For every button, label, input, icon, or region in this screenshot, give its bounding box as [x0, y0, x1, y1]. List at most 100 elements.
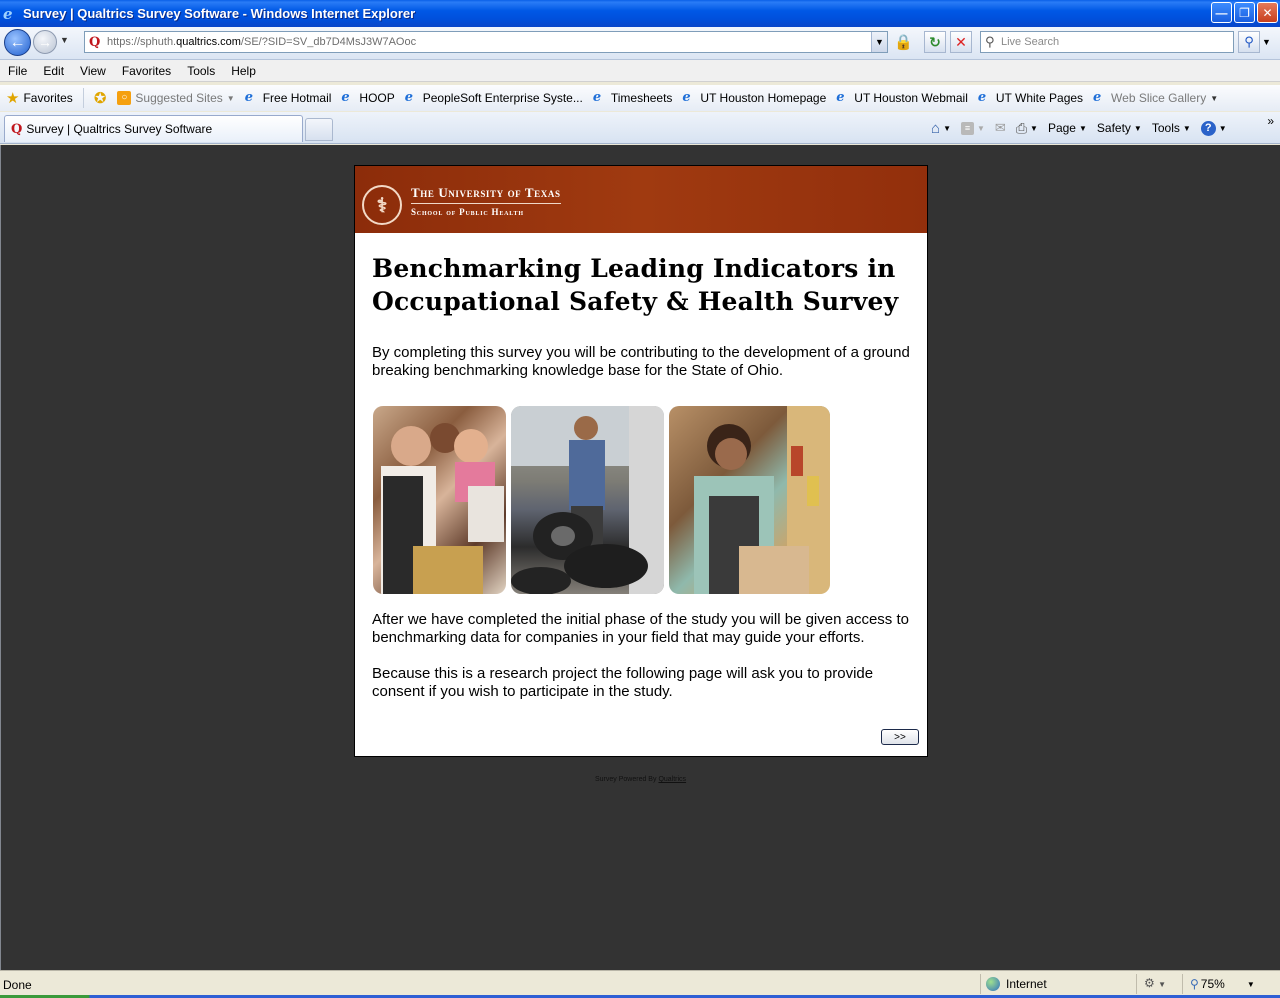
chevron-down-icon: ▼ — [1030, 123, 1038, 133]
page-menu-button[interactable]: Page ▼ — [1043, 121, 1092, 135]
print-button[interactable]: ⎙ ▼ — [1011, 120, 1043, 137]
search-options-dropdown[interactable]: ▼ — [1262, 37, 1271, 47]
fav-label: HOOP — [359, 91, 395, 105]
mail-icon: ✉ — [994, 120, 1006, 135]
back-button[interactable]: ← — [4, 29, 31, 56]
fav-label: UT Houston Homepage — [700, 91, 827, 105]
photo-cashier-customers — [373, 406, 506, 594]
restore-button[interactable]: ❐ — [1234, 2, 1255, 23]
next-button[interactable]: >> — [881, 729, 919, 745]
rss-icon: ≡ — [960, 121, 974, 135]
survey-info-text: After we have completed the initial phas… — [372, 611, 909, 646]
zoom-control[interactable]: ⚲ 75% ▼ — [1190, 977, 1255, 991]
status-divider — [980, 974, 981, 994]
minimize-button[interactable]: — — [1211, 2, 1232, 23]
tools-menu-button[interactable]: Tools ▼ — [1147, 121, 1196, 135]
home-button[interactable]: ⌂ ▼ — [926, 120, 956, 137]
menu-tools[interactable]: Tools — [179, 64, 223, 78]
ie-app-icon: e — [3, 4, 13, 23]
page-viewport: ⚕ The University of Texas School of Publ… — [0, 145, 1280, 970]
suggested-sites-icon: ○ — [117, 91, 132, 105]
chevron-down-icon: ▼ — [1210, 93, 1219, 103]
refresh-button[interactable]: ↻ — [924, 31, 946, 53]
powered-by-text: Survey Powered By — [595, 776, 657, 783]
tab-label: Survey | Qualtrics Survey Software — [26, 122, 213, 136]
favorites-bar: ★ Favorites ✪ ○ Suggested Sites ▼ e Free … — [0, 85, 1280, 111]
security-lock-icon[interactable]: 🔒 — [894, 33, 914, 53]
survey-intro-text: By completing this survey you will be co… — [372, 344, 910, 379]
chevron-down-icon: ▼ — [1182, 123, 1191, 133]
recent-pages-dropdown[interactable]: ▼ — [60, 35, 69, 45]
fav-label: PeopleSoft Enterprise Syste... — [422, 91, 583, 105]
powered-by-footer: Survey Powered By Qualtrics — [595, 776, 686, 783]
window-title: Survey | Qualtrics Survey Software - Win… — [23, 6, 416, 21]
address-dropdown-icon[interactable]: ▼ — [871, 32, 887, 52]
survey-container: ⚕ The University of Texas School of Publ… — [354, 165, 928, 757]
photo-shop-clerk — [669, 406, 830, 594]
search-input[interactable]: ⚲ Live Search — [980, 31, 1234, 53]
favorites-label: Favorites — [23, 91, 73, 105]
qualtrics-link[interactable]: Qualtrics — [658, 776, 686, 783]
fav-ut-houston-homepage[interactable]: e UT Houston Homepage — [677, 91, 831, 106]
zoom-magnifier-icon: ⚲ — [1190, 977, 1199, 991]
safety-menu-label: Safety — [1096, 121, 1131, 135]
fav-web-slice-gallery[interactable]: e Web Slice Gallery ▼ — [1088, 90, 1223, 106]
ie-page-icon: e — [341, 90, 350, 105]
favorites-separator — [82, 88, 84, 108]
search-go-button[interactable]: ⚲ — [1238, 31, 1260, 53]
menu-view[interactable]: View — [72, 64, 114, 78]
favorites-button[interactable]: ★ Favorites — [0, 86, 79, 110]
chevron-more-icon[interactable]: » — [1267, 114, 1274, 128]
menu-help[interactable]: Help — [223, 64, 264, 78]
protected-mode-icon[interactable]: ⚙ ▼ — [1144, 976, 1166, 990]
home-icon: ⌂ — [931, 119, 941, 137]
url-subdomain: sphuth. — [140, 36, 177, 48]
ie-page-icon: e — [836, 90, 845, 105]
ie-page-icon: e — [592, 90, 602, 105]
fav-label: Web Slice Gallery — [1111, 91, 1207, 105]
safety-menu-button[interactable]: Safety ▼ — [1092, 121, 1147, 135]
photo-tire-worker — [511, 406, 664, 594]
help-icon: ? — [1200, 120, 1216, 136]
qualtrics-favicon-icon: Q — [89, 35, 101, 50]
fav-ut-houston-webmail[interactable]: e UT Houston Webmail — [831, 90, 973, 106]
stop-button[interactable]: ✕ — [950, 31, 972, 53]
chevron-down-icon: ▼ — [1133, 123, 1142, 133]
fav-label: Free Hotmail — [262, 91, 332, 105]
survey-consent-text: Because this is a research project the f… — [372, 665, 874, 700]
add-to-favorites-icon[interactable]: ✪ — [88, 89, 113, 107]
fav-label: UT Houston Webmail — [854, 91, 968, 105]
fav-label: Timesheets — [610, 91, 673, 105]
survey-header-banner: ⚕ The University of Texas School of Publ… — [355, 166, 927, 233]
ie-page-icon: e — [404, 90, 414, 105]
chevron-down-icon: ▼ — [1158, 980, 1167, 989]
new-tab-button[interactable] — [305, 118, 333, 141]
address-bar[interactable]: Q https://sphuth. qualtrics.com/SE/?SID=S… — [84, 31, 888, 53]
fav-ut-white-pages[interactable]: e UT White Pages — [973, 91, 1088, 106]
qualtrics-favicon-icon: Q — [11, 121, 23, 137]
fav-suggested-sites[interactable]: ○ Suggested Sites ▼ — [112, 91, 239, 105]
feeds-button[interactable]: ≡ ▼ — [956, 121, 990, 135]
fav-hoop[interactable]: e HOOP — [336, 90, 399, 106]
chevron-down-icon: ▼ — [943, 123, 951, 133]
menu-file[interactable]: File — [0, 64, 35, 78]
status-divider — [1182, 974, 1183, 994]
fav-timesheets[interactable]: e Timesheets — [588, 90, 678, 106]
security-zone[interactable]: Internet — [986, 977, 1047, 991]
read-mail-button[interactable]: ✉ — [990, 120, 1011, 136]
url-domain: qualtrics.com — [176, 36, 241, 48]
university-name: The University of Texas — [411, 185, 561, 204]
status-divider — [1136, 974, 1137, 994]
status-text: Done — [3, 978, 32, 992]
menu-edit[interactable]: Edit — [35, 64, 72, 78]
tab-survey[interactable]: Q Survey | Qualtrics Survey Software — [4, 115, 303, 142]
close-button[interactable]: ✕ — [1257, 2, 1278, 23]
help-menu-button[interactable]: ? ▼ — [1196, 120, 1232, 136]
forward-button[interactable]: → — [33, 30, 57, 54]
fav-free-hotmail[interactable]: e Free Hotmail — [240, 91, 337, 106]
fav-peoplesoft[interactable]: e PeopleSoft Enterprise Syste... — [400, 90, 588, 106]
tab-row: Q Survey | Qualtrics Survey Software ⌂ ▼ … — [0, 112, 1280, 144]
ie-page-icon: e — [1093, 90, 1102, 105]
navigation-bar: ← → ▼ Q https://sphuth. qualtrics.com/SE/… — [0, 27, 1280, 60]
menu-favorites[interactable]: Favorites — [114, 64, 179, 78]
